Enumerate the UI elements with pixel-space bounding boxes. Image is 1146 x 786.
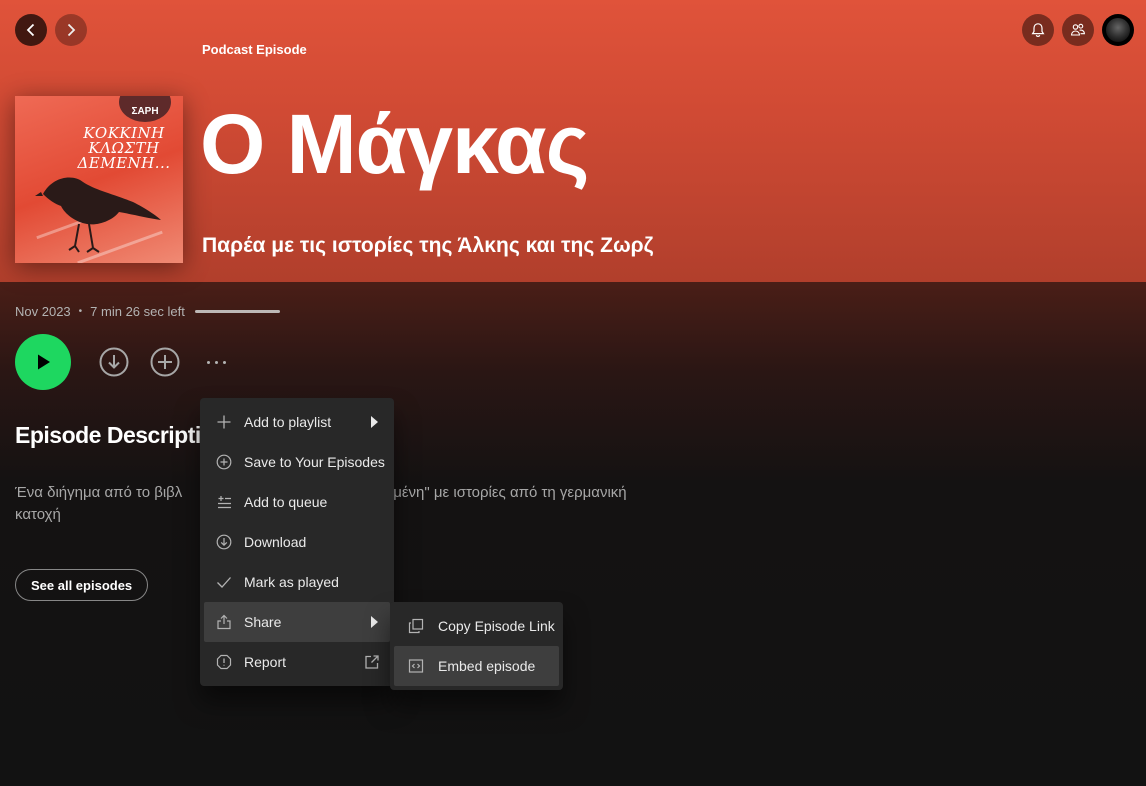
meta-separator: • bbox=[78, 306, 83, 317]
menu-item-mark-as-played[interactable]: Mark as played bbox=[204, 562, 390, 602]
menu-item-label: Report bbox=[244, 654, 287, 670]
episode-page: ΣΑΡΗ ΚΟΚΚΙΝΗ ΚΛΩΣΤΗ ΔΕΜΕΝΗ... Podcast Ep… bbox=[0, 0, 1146, 786]
avatar[interactable] bbox=[1102, 14, 1134, 46]
external-link-icon bbox=[365, 655, 379, 669]
more-icon-dot bbox=[222, 360, 226, 364]
cover-badge: ΣΑΡΗ bbox=[119, 96, 171, 122]
report-icon bbox=[216, 654, 232, 670]
see-all-episodes-button[interactable]: See all episodes bbox=[15, 569, 149, 601]
back-button[interactable] bbox=[15, 14, 47, 46]
bell-icon bbox=[1031, 23, 1045, 37]
menu-item-download[interactable]: Download bbox=[204, 522, 390, 562]
copy-icon bbox=[408, 618, 424, 634]
crow-illustration bbox=[35, 177, 161, 253]
menu-item-label: Embed episode bbox=[438, 658, 536, 674]
chevron-left-icon bbox=[26, 23, 35, 37]
submenu-arrow-icon bbox=[371, 416, 378, 428]
menu-item-add-to-playlist[interactable]: Add to playlist bbox=[204, 402, 390, 442]
submenu-arrow-icon bbox=[371, 616, 378, 628]
more-icon bbox=[206, 360, 210, 364]
episode-date: Nov 2023 bbox=[15, 304, 71, 319]
embed-icon bbox=[408, 658, 424, 674]
time-left: 7 min 26 sec left bbox=[90, 304, 185, 319]
menu-item-embed-episode[interactable]: Embed episode bbox=[394, 646, 559, 686]
menu-item-copy-episode-link[interactable]: Copy Episode Link bbox=[394, 606, 559, 646]
play-icon bbox=[38, 354, 50, 370]
menu-item-report[interactable]: Report bbox=[204, 642, 390, 682]
avatar-image bbox=[1106, 18, 1130, 42]
episode-cover-art: ΣΑΡΗ ΚΟΚΚΙΝΗ ΚΛΩΣΤΗ ΔΕΜΕΝΗ... bbox=[15, 96, 183, 263]
download-icon bbox=[216, 534, 232, 550]
check-icon bbox=[216, 574, 232, 590]
menu-item-save-to-episodes[interactable]: Save to Your Episodes bbox=[204, 442, 390, 482]
plus-circle-icon[interactable] bbox=[150, 347, 180, 377]
top-right-controls bbox=[1022, 14, 1134, 46]
episode-title: Ο Μάγκας bbox=[200, 97, 589, 191]
menu-item-label: Share bbox=[244, 614, 282, 630]
forward-button[interactable] bbox=[55, 14, 87, 46]
menu-item-share[interactable]: Share bbox=[204, 602, 390, 642]
menu-item-label: Add to playlist bbox=[244, 414, 332, 430]
menu-item-label: Copy Episode Link bbox=[438, 618, 555, 634]
more-options-button[interactable] bbox=[200, 350, 232, 374]
context-menu: Add to playlist Save to Your Episodes Ad… bbox=[200, 398, 394, 686]
whats-new-button[interactable] bbox=[1022, 14, 1054, 46]
share-icon bbox=[216, 614, 232, 630]
menu-item-label: Save to Your Episodes bbox=[244, 454, 385, 470]
queue-icon bbox=[216, 494, 232, 510]
play-button[interactable] bbox=[15, 334, 71, 390]
share-submenu: Copy Episode Link Embed episode bbox=[390, 602, 563, 690]
menu-item-label: Download bbox=[244, 534, 307, 550]
plus-icon bbox=[216, 414, 232, 430]
chevron-right-icon bbox=[67, 23, 76, 37]
plus-circle-icon bbox=[216, 454, 232, 470]
episode-meta: Nov 2023 • 7 min 26 sec left bbox=[15, 304, 280, 319]
friend-activity-button[interactable] bbox=[1062, 14, 1094, 46]
friends-icon bbox=[1070, 23, 1085, 36]
download-icon[interactable] bbox=[99, 347, 129, 377]
menu-item-label: Add to queue bbox=[244, 494, 328, 510]
more-icon-dot bbox=[214, 360, 218, 364]
description-heading: Episode Description bbox=[15, 422, 228, 448]
show-name-link[interactable]: Παρέα με τις ιστορίες της Άλκης και της … bbox=[202, 234, 653, 258]
menu-item-add-to-queue[interactable]: Add to queue bbox=[204, 482, 390, 522]
episode-type-label: Podcast Episode bbox=[202, 42, 307, 57]
episode-progress-bar bbox=[194, 310, 280, 313]
menu-item-label: Mark as played bbox=[244, 574, 339, 590]
